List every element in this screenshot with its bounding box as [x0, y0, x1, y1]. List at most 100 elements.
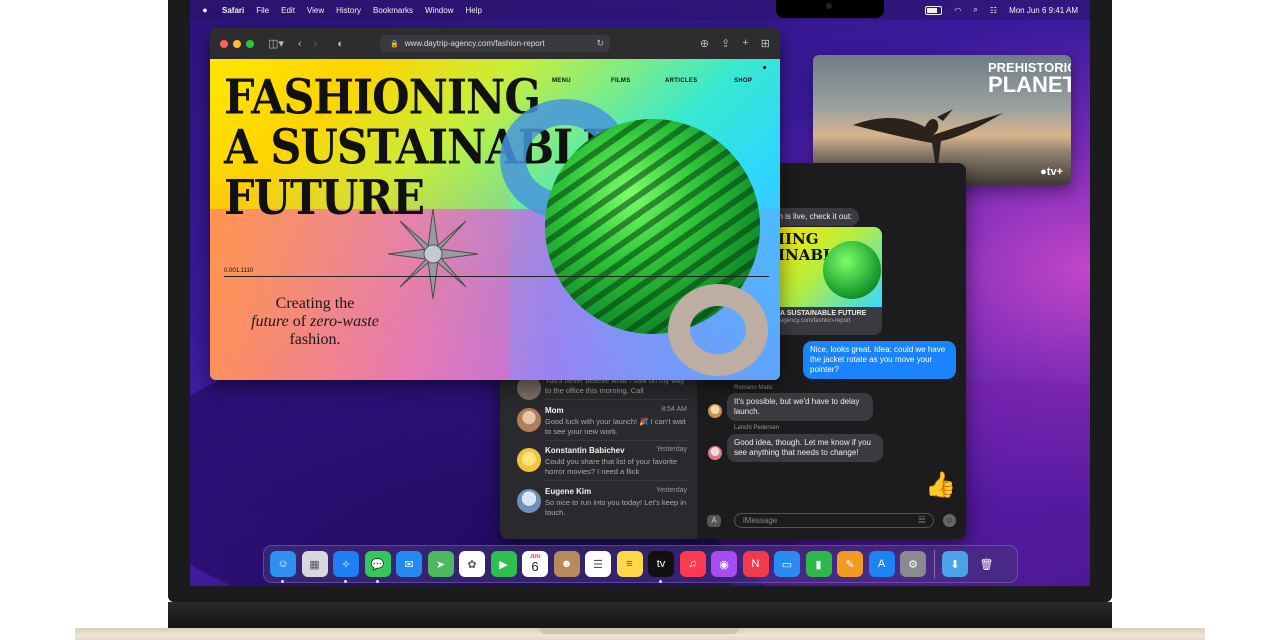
apple-menu-icon[interactable]: ●	[200, 5, 210, 15]
running-indicator	[659, 580, 662, 583]
apple-tv-plus-logo: ●tv+	[1040, 166, 1063, 178]
dock-music-icon[interactable]: ♫	[679, 551, 706, 577]
site-nav-shop[interactable]: SHOP	[734, 78, 752, 84]
menu-history[interactable]: History	[336, 6, 361, 15]
sidebar-toggle-icon[interactable]: ◫▾	[268, 37, 284, 50]
dock-glyph: tv	[656, 558, 666, 570]
safari-toolbar: ◫▾ ‹ › ◐ 🔒 www.daytrip-agency.com/fashio…	[210, 28, 780, 60]
dock-mail-icon[interactable]: ✉	[396, 551, 422, 577]
dock-glyph: ☺	[277, 558, 289, 570]
thumbs-up-reaction[interactable]: 👍	[925, 471, 956, 500]
dock-podcasts-icon[interactable]: ◉	[711, 551, 737, 577]
conversation-preview: So nice to run into you today! Let's kee…	[545, 498, 687, 517]
message-bubble-outgoing[interactable]: Nice, looks great. Idea: could we have t…	[803, 341, 956, 379]
dock-glyph: ♫	[688, 558, 697, 570]
spotlight-search-icon[interactable]: ⌕	[973, 5, 977, 15]
message-bubble-incoming[interactable]: en is live, check it out:	[767, 208, 860, 226]
downloads-icon[interactable]: ⊕	[700, 37, 709, 50]
privacy-shield-icon[interactable]: ◐	[337, 38, 344, 50]
menu-clock[interactable]: Mon Jun 6 9:41 AM	[1009, 6, 1078, 15]
battery-icon[interactable]	[925, 5, 943, 15]
conversation-name: Konstantin Babichev	[545, 446, 625, 455]
dock-notes-icon[interactable]: ≡	[616, 551, 643, 577]
conversation-name: Eugene Kim	[545, 487, 592, 496]
avatar	[517, 408, 541, 432]
reload-icon[interactable]: ↻	[596, 38, 604, 49]
desktop: ● Safari File Edit View History Bookmark…	[190, 0, 1090, 586]
back-icon[interactable]: ‹	[298, 38, 302, 50]
link-preview-url: agency.com/fashion-report	[780, 318, 851, 324]
dock-safari-icon[interactable]: ✧	[333, 551, 359, 583]
dock-glyph: ✉	[404, 558, 414, 571]
minimize-button[interactable]	[233, 39, 241, 48]
dock: ☺ ▦ ✧ 💬 ✉ ➤ ✿ ▶ JUN 6 ☻ ☰ ≡ tv ♫ ◉ N ▭ ▮ ✎ A ⚙ ⬇ 🗑	[263, 545, 1018, 583]
menu-help[interactable]: Help	[465, 6, 481, 15]
app-store-apps-icon[interactable]: A	[707, 515, 721, 527]
dock-tv-icon[interactable]: tv	[648, 551, 674, 583]
tv-show-title-line2: PLANET	[988, 72, 1071, 97]
dock-glyph: ☻	[560, 558, 573, 570]
dock-glyph: ▦	[309, 558, 320, 571]
divider	[545, 440, 690, 441]
forward-icon[interactable]: ›	[314, 38, 318, 50]
dock-launchpad-icon[interactable]: ▦	[301, 551, 328, 577]
dock-numbers-icon[interactable]: ▮	[805, 551, 832, 577]
menu-app-name[interactable]: Safari	[222, 6, 244, 15]
tagline-future: future	[251, 313, 289, 330]
tab-overview-icon[interactable]: ⊞	[761, 37, 770, 50]
message-bubble-incoming[interactable]: It's possible, but we'd have to delay la…	[727, 393, 873, 421]
dock-glyph: ✿	[467, 558, 477, 571]
sender-name: Lanchi Pedersen	[734, 425, 780, 431]
menu-bookmarks[interactable]: Bookmarks	[373, 6, 413, 15]
menu-edit[interactable]: Edit	[281, 6, 295, 15]
link-preview-sphere	[823, 241, 881, 299]
conversation-name: Mom	[545, 406, 564, 415]
running-indicator	[344, 580, 347, 583]
dock-keynote-icon[interactable]: ▭	[774, 551, 800, 577]
dock-finder-icon[interactable]: ☺	[270, 551, 296, 583]
link-preview-image: IING INABL	[775, 227, 882, 307]
zoom-button[interactable]	[246, 39, 254, 48]
tagline-line-2: future of zero-waste	[240, 313, 390, 331]
link-preview-card[interactable]: IING INABL A SUSTAINABLE FUTURE agency.c…	[775, 227, 882, 335]
wifi-icon[interactable]: ◠	[954, 6, 961, 15]
close-button[interactable]	[220, 39, 228, 48]
dock-glyph: ✎	[845, 558, 855, 571]
conversation-text: Eugene Kim Yesterday So nice to run into…	[545, 487, 691, 518]
chrome-spiky-graphic	[388, 209, 478, 299]
dock-messages-icon[interactable]: 💬	[364, 551, 391, 583]
web-page: MENU FILMS ARTICLES SHOP FASHIONING A SU…	[210, 59, 780, 380]
dock-calendar-icon[interactable]: JUN 6	[522, 551, 548, 577]
conversation-preview: Good luck with your launch! 🎉 I can't wa…	[545, 417, 686, 436]
dock-downloads-folder-icon[interactable]: ⬇	[942, 551, 968, 577]
emoji-icon[interactable]: ☺	[943, 514, 956, 527]
site-nav-articles[interactable]: ARTICLES	[665, 78, 697, 84]
conversation-text: Konstantin Babichev Yesterday Could you …	[545, 446, 691, 477]
message-bubble-incoming[interactable]: Good idea, though. Let me know if you se…	[727, 434, 883, 462]
conversation-preview: Could you share that list of your favori…	[545, 457, 678, 476]
address-bar[interactable]: 🔒 www.daytrip-agency.com/fashion-report …	[380, 35, 610, 52]
audio-waveform-icon[interactable]: 𝄚	[919, 516, 925, 526]
dock-contacts-icon[interactable]: ☻	[553, 551, 580, 577]
dock-system-preferences-icon[interactable]: ⚙	[900, 551, 926, 577]
dock-reminders-icon[interactable]: ☰	[585, 551, 611, 577]
menu-view[interactable]: View	[307, 6, 324, 15]
control-center-icon[interactable]: ☷	[990, 6, 997, 15]
dock-app-store-icon[interactable]: A	[868, 551, 895, 577]
imessage-input[interactable]: iMessage 𝄚	[734, 513, 934, 528]
dock-glyph: ⚙	[908, 558, 918, 571]
avatar	[708, 404, 722, 418]
new-tab-icon[interactable]: +	[742, 37, 748, 50]
dock-maps-icon[interactable]: ➤	[427, 551, 454, 577]
dock-news-icon[interactable]: N	[742, 551, 769, 577]
dock-pages-icon[interactable]: ✎	[837, 551, 863, 577]
dock-facetime-icon[interactable]: ▶	[490, 551, 517, 577]
dock-photos-icon[interactable]: ✿	[459, 551, 485, 577]
imessage-placeholder: iMessage	[743, 516, 778, 525]
share-icon[interactable]: ⇪	[721, 37, 730, 50]
dock-trash-icon[interactable]: 🗑	[974, 551, 1000, 577]
tagline-of: of	[288, 313, 311, 330]
running-indicator	[375, 580, 379, 583]
menu-file[interactable]: File	[256, 6, 269, 15]
menu-window[interactable]: Window	[425, 6, 453, 15]
